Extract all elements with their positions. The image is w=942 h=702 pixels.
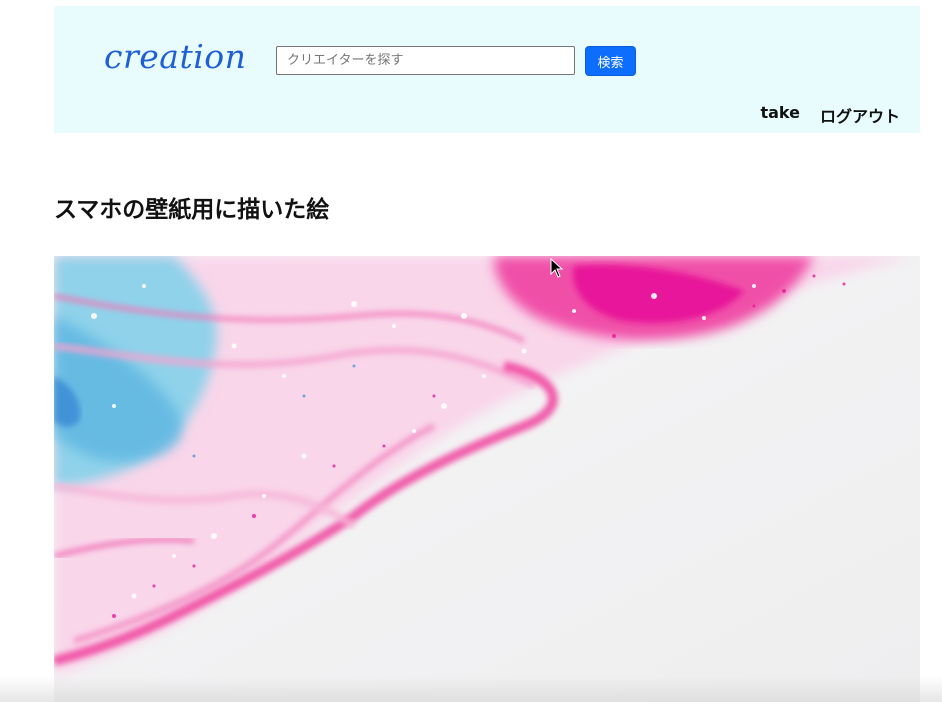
post-artwork-image <box>54 256 920 702</box>
post-title: スマホの壁紙用に描いた絵 <box>54 197 330 223</box>
header-nav: take ログアウト <box>760 103 900 127</box>
site-header: creation 検索 take ログアウト <box>54 6 920 133</box>
search-button[interactable]: 検索 <box>585 46 636 76</box>
creator-search-input[interactable] <box>276 46 575 75</box>
mouse-cursor-icon <box>550 258 564 278</box>
nav-logout-link[interactable]: ログアウト <box>820 103 900 127</box>
nav-user-link[interactable]: take <box>760 103 800 127</box>
site-logo[interactable]: creation <box>104 37 246 76</box>
